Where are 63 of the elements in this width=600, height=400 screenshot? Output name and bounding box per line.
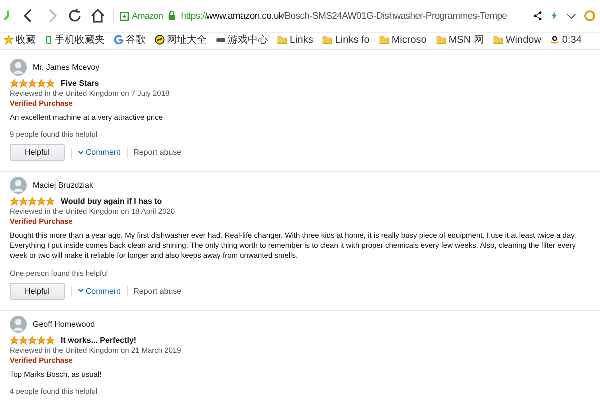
avatar-icon (10, 177, 27, 194)
star-icon (10, 336, 19, 344)
avatar-icon (10, 316, 27, 332)
bookmark[interactable]: Window (492, 34, 542, 46)
reload-button[interactable] (67, 8, 83, 24)
report-abuse-link[interactable]: Report abuse (134, 148, 182, 158)
home-button[interactable] (90, 8, 106, 24)
star-icon (37, 79, 46, 88)
star-icon (10, 79, 19, 88)
bookmark[interactable]: 0:34 (550, 34, 582, 46)
star-icon (19, 336, 28, 344)
bookmark[interactable]: Links (277, 34, 314, 46)
reviewer-name: Mr. James Mcevoy (33, 63, 100, 72)
amazon-smile-icon (550, 35, 560, 45)
star-icon (46, 79, 55, 88)
bookmark[interactable]: 手机收藏夹 (45, 33, 105, 47)
bookmark[interactable]: Links fo (322, 34, 370, 46)
star-icon (37, 197, 46, 206)
google-icon (114, 35, 124, 45)
review-title[interactable]: Five Stars (61, 79, 100, 88)
helpful-button[interactable]: Helpful (10, 144, 65, 162)
star-icon (10, 197, 19, 206)
bookmark[interactable]: 网址大全 (155, 33, 207, 47)
review-title[interactable]: Would buy again if I has to (61, 197, 162, 206)
url-host: www.amazon.co.uk (206, 10, 284, 22)
bookmark[interactable]: 收藏 (4, 33, 36, 47)
folder-icon (322, 35, 334, 45)
report-abuse-link[interactable]: Report abuse (134, 286, 182, 296)
lightning-icon[interactable] (550, 10, 559, 22)
site-badge: Amazon (120, 11, 164, 21)
lock-icon (167, 10, 178, 22)
star-icon (28, 197, 37, 206)
share-icon[interactable] (533, 10, 543, 22)
bookmark[interactable]: MSN 网 (436, 33, 484, 47)
star-icon (37, 336, 46, 344)
star-icon (46, 197, 55, 206)
folder-icon (378, 35, 390, 45)
url-path: /Bosch-SMS24AW01G-Dishwasher-Programmes-Tempe (282, 10, 508, 22)
star-icon (28, 336, 37, 344)
gamepad-icon (216, 35, 226, 45)
bookmark[interactable]: Microso (378, 34, 427, 46)
star-icon (46, 336, 55, 344)
star-icon (19, 197, 28, 206)
phone-icon (45, 35, 53, 45)
review-title[interactable]: It works... Perfectly! (61, 336, 137, 344)
caret-icon (78, 288, 84, 294)
star-icon (28, 79, 37, 88)
folder-icon (436, 35, 447, 45)
bookmark[interactable]: 谷歌 (114, 33, 146, 47)
reviewer-name: Geoff Homewood (33, 320, 96, 328)
comment-link[interactable]: Comment (78, 148, 121, 158)
reviewer-name: Maciej Bruzdziak (33, 181, 94, 190)
avatar-icon (10, 59, 27, 76)
address-bar[interactable]: Amazon https://www.amazon.co.uk/Bosch-SMS24AW01G-Dishwasher-Programmes-Tempe (113, 10, 526, 22)
caret-icon (78, 150, 84, 156)
url-scheme: https:// (181, 10, 208, 22)
star-icon (4, 35, 14, 45)
comment-link[interactable]: Comment (78, 286, 121, 296)
folder-icon (277, 35, 288, 45)
folder-icon (492, 35, 504, 45)
star-icon (19, 79, 28, 88)
bookmark[interactable]: 游戏中心 (216, 33, 268, 47)
helpful-button[interactable]: Helpful (10, 282, 65, 300)
